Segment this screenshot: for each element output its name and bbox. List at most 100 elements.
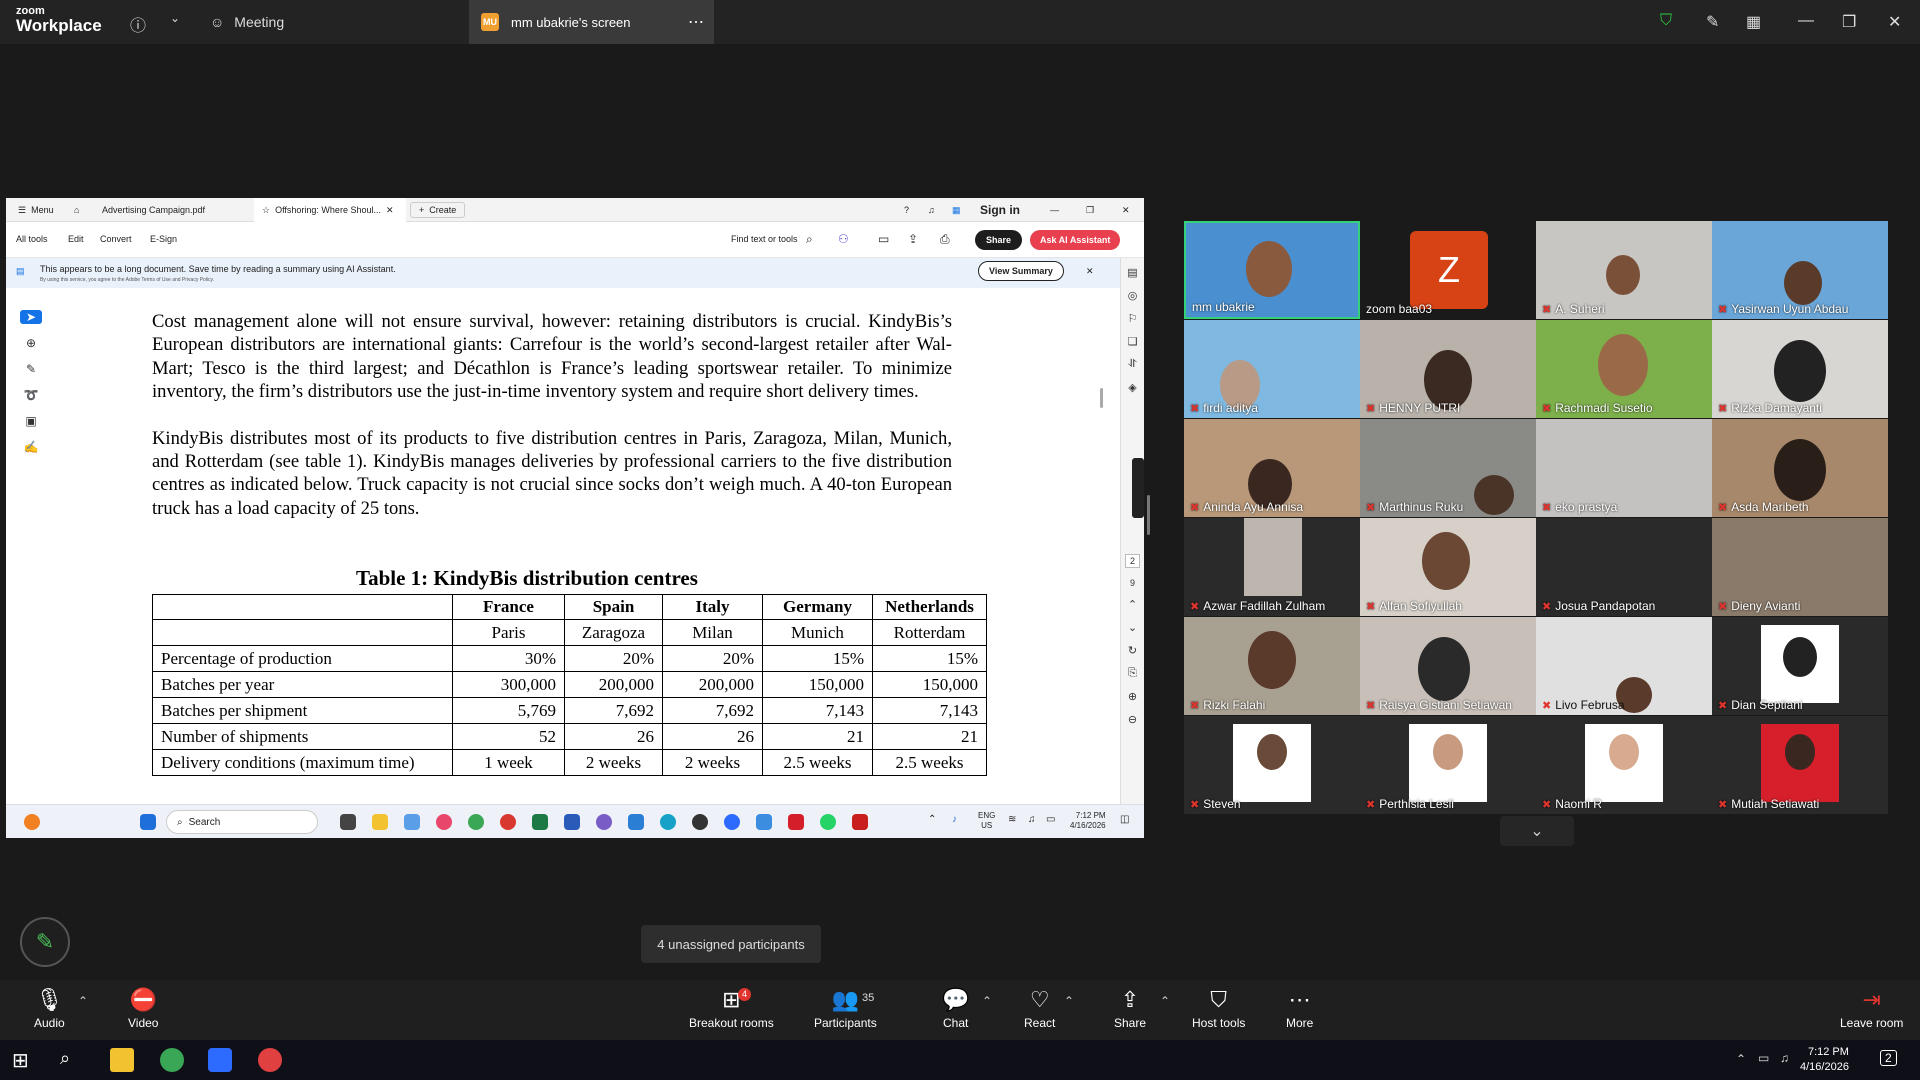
participant-tile[interactable]: ✖ Steven [1184, 716, 1360, 814]
react-button[interactable]: ♡ React [1024, 988, 1055, 1031]
chevron-up-icon[interactable]: ⌃ [1160, 994, 1170, 1008]
zoom-out-icon[interactable]: ⊖ [1128, 713, 1137, 726]
participant-tile[interactable]: ✖ Perthisia Lesli [1360, 716, 1536, 814]
leave-room-button[interactable]: ⇥ Leave room [1840, 988, 1903, 1031]
layout-icon[interactable]: ▦ [1746, 12, 1761, 32]
notification-icon[interactable]: ◫ [1120, 814, 1129, 825]
screen-recorder-tab[interactable] [1132, 458, 1144, 518]
bookmark-icon[interactable]: ⚐ [1128, 312, 1138, 325]
create-button[interactable]: + Create [410, 202, 466, 218]
zoom-in-icon[interactable]: ⊕ [1128, 690, 1137, 703]
volume-icon[interactable]: ♫ [1028, 814, 1036, 825]
notification-badge[interactable]: 2 [1880, 1050, 1897, 1066]
participant-tile[interactable]: ✖ HENNY PUTRI [1360, 320, 1536, 418]
text-box-icon[interactable]: ▣ [25, 414, 36, 428]
language-indicator[interactable]: ENG US [978, 811, 995, 831]
edge-icon[interactable] [660, 814, 676, 830]
chrome-icon[interactable] [258, 1048, 282, 1072]
attachment-icon[interactable]: ⥯ [1128, 358, 1136, 371]
app-icon[interactable] [404, 814, 420, 830]
save-icon[interactable]: ▭ [878, 232, 889, 246]
app-icon[interactable] [756, 814, 772, 830]
find-tools[interactable]: Find text or tools [731, 234, 798, 244]
app-icon[interactable] [596, 814, 612, 830]
layers-icon[interactable]: ◈ [1128, 381, 1136, 394]
close-icon[interactable]: ✕ [386, 205, 394, 216]
close-icon[interactable]: ✕ [1888, 12, 1901, 32]
chevron-up-icon[interactable]: ⌃ [1064, 994, 1074, 1008]
clock[interactable]: 7:12 PM 4/16/2026 [1070, 811, 1106, 831]
gallery-next-page[interactable]: ⌄ [1500, 816, 1574, 846]
share-button[interactable]: Share [975, 230, 1023, 250]
breakout-rooms-button[interactable]: ⊞ Breakout rooms [689, 988, 774, 1031]
participant-tile[interactable]: ✖ Naomi R [1536, 716, 1712, 814]
sign-in-button[interactable]: Sign in [972, 198, 1028, 222]
annotate-button[interactable]: ✎ [20, 917, 70, 967]
file-explorer-icon[interactable] [110, 1048, 134, 1072]
taskview-icon[interactable] [340, 814, 356, 830]
pencil-icon[interactable]: ✎ [1706, 12, 1719, 32]
acrobat-icon[interactable] [852, 814, 868, 830]
share-button[interactable]: ⇪ Share [1114, 988, 1146, 1031]
more-icon[interactable]: ⋯ [688, 12, 704, 32]
windows-start-icon[interactable]: ⊞ [12, 1048, 36, 1072]
participant-tile[interactable]: ✖ Raisya Gistiani Setiawan [1360, 617, 1536, 715]
ai-icon[interactable]: ⚇ [838, 232, 849, 246]
chevron-up-icon[interactable]: ⌃ [1128, 598, 1137, 611]
menu-button[interactable]: ☰ Menu [10, 198, 62, 222]
help-icon[interactable]: ? [896, 198, 917, 222]
tab-meeting[interactable]: ☺ Meeting [210, 0, 284, 44]
splitter-handle[interactable] [1147, 495, 1150, 535]
print-icon[interactable]: ⎙ [940, 232, 950, 247]
participant-tile[interactable]: ✖ Azwar Fadillah Zulham [1184, 518, 1360, 616]
close-icon[interactable]: ✕ [1114, 198, 1138, 222]
minimize-icon[interactable]: — [1042, 198, 1067, 222]
shield-icon[interactable]: ⛉ [1660, 12, 1672, 30]
select-icon[interactable]: ➤ [20, 310, 42, 324]
participant-tile[interactable]: ✖ Aninda Ayu Annisa [1184, 419, 1360, 517]
chrome-icon[interactable] [468, 814, 484, 830]
panel-icon[interactable]: ▤ [1127, 266, 1137, 279]
whatsapp-icon[interactable] [820, 814, 836, 830]
participant-tile[interactable]: ✖ Rizka Damayanti [1712, 320, 1888, 418]
close-icon[interactable]: ✕ [1086, 266, 1094, 277]
host-tools-button[interactable]: ⛉ Host tools [1192, 988, 1245, 1031]
esign-menu[interactable]: E-Sign [150, 234, 177, 244]
restore-icon[interactable]: ❐ [1842, 12, 1856, 32]
comment-icon[interactable]: ◎ [1128, 289, 1138, 302]
scrollbar[interactable] [1100, 388, 1103, 408]
participant-tile[interactable]: ✖ Yasirwan Uyun Abdau [1712, 221, 1888, 319]
app-icon[interactable] [628, 814, 644, 830]
participant-tile[interactable]: ✖ Rachmadi Susetio [1536, 320, 1712, 418]
search-icon[interactable]: ⌕ [806, 232, 813, 247]
tab-shared-screen[interactable]: MU mm ubakrie's screen ⋯ [469, 0, 714, 44]
participant-tile[interactable]: ✖ Josua Pandapotan [1536, 518, 1712, 616]
chevron-up-icon[interactable]: ⌃ [928, 814, 936, 825]
rotate-icon[interactable]: ↻ [1128, 644, 1137, 657]
lasso-icon[interactable]: ➰ [24, 388, 39, 402]
audio-button[interactable]: 🎙 Audio [34, 988, 65, 1031]
participant-tile[interactable]: ✖ Rizki Falahi [1184, 617, 1360, 715]
clock[interactable]: 7:12 PM 4/16/2026 [1800, 1045, 1849, 1075]
extract-icon[interactable]: ⎘ [1128, 667, 1137, 680]
tab-offshoring[interactable]: ☆ Offshoring: Where Shoul... ✕ [254, 198, 406, 222]
participant-tile[interactable]: ✖ eko prastya [1536, 419, 1712, 517]
battery-icon[interactable]: ▭ [1046, 814, 1055, 825]
search-box[interactable]: ⌕ Search [166, 810, 318, 834]
view-summary-button[interactable]: View Summary [978, 261, 1064, 281]
app-icon[interactable] [692, 814, 708, 830]
participant-tile[interactable]: Z zoom baa03 [1360, 221, 1536, 319]
restore-icon[interactable]: ❐ [1078, 198, 1102, 222]
home-icon[interactable]: ⌂ [66, 198, 87, 222]
chevron-up-icon[interactable]: ⌃ [1736, 1052, 1746, 1066]
bell-icon[interactable]: ♫ [920, 198, 943, 222]
info-icon[interactable]: ⓘ [130, 12, 146, 36]
more-button[interactable]: ⋯ More [1286, 988, 1313, 1031]
wifi-icon[interactable]: ≋ [1008, 814, 1016, 825]
excel-icon[interactable] [532, 814, 548, 830]
participant-tile[interactable]: ✖ Mutiah Setiawati [1712, 716, 1888, 814]
upload-icon[interactable]: ⇪ [908, 232, 918, 246]
zoom-tool-icon[interactable]: ⊕ [26, 336, 36, 350]
edit-menu[interactable]: Edit [68, 234, 84, 244]
chevron-up-icon[interactable]: ⌃ [78, 994, 88, 1008]
